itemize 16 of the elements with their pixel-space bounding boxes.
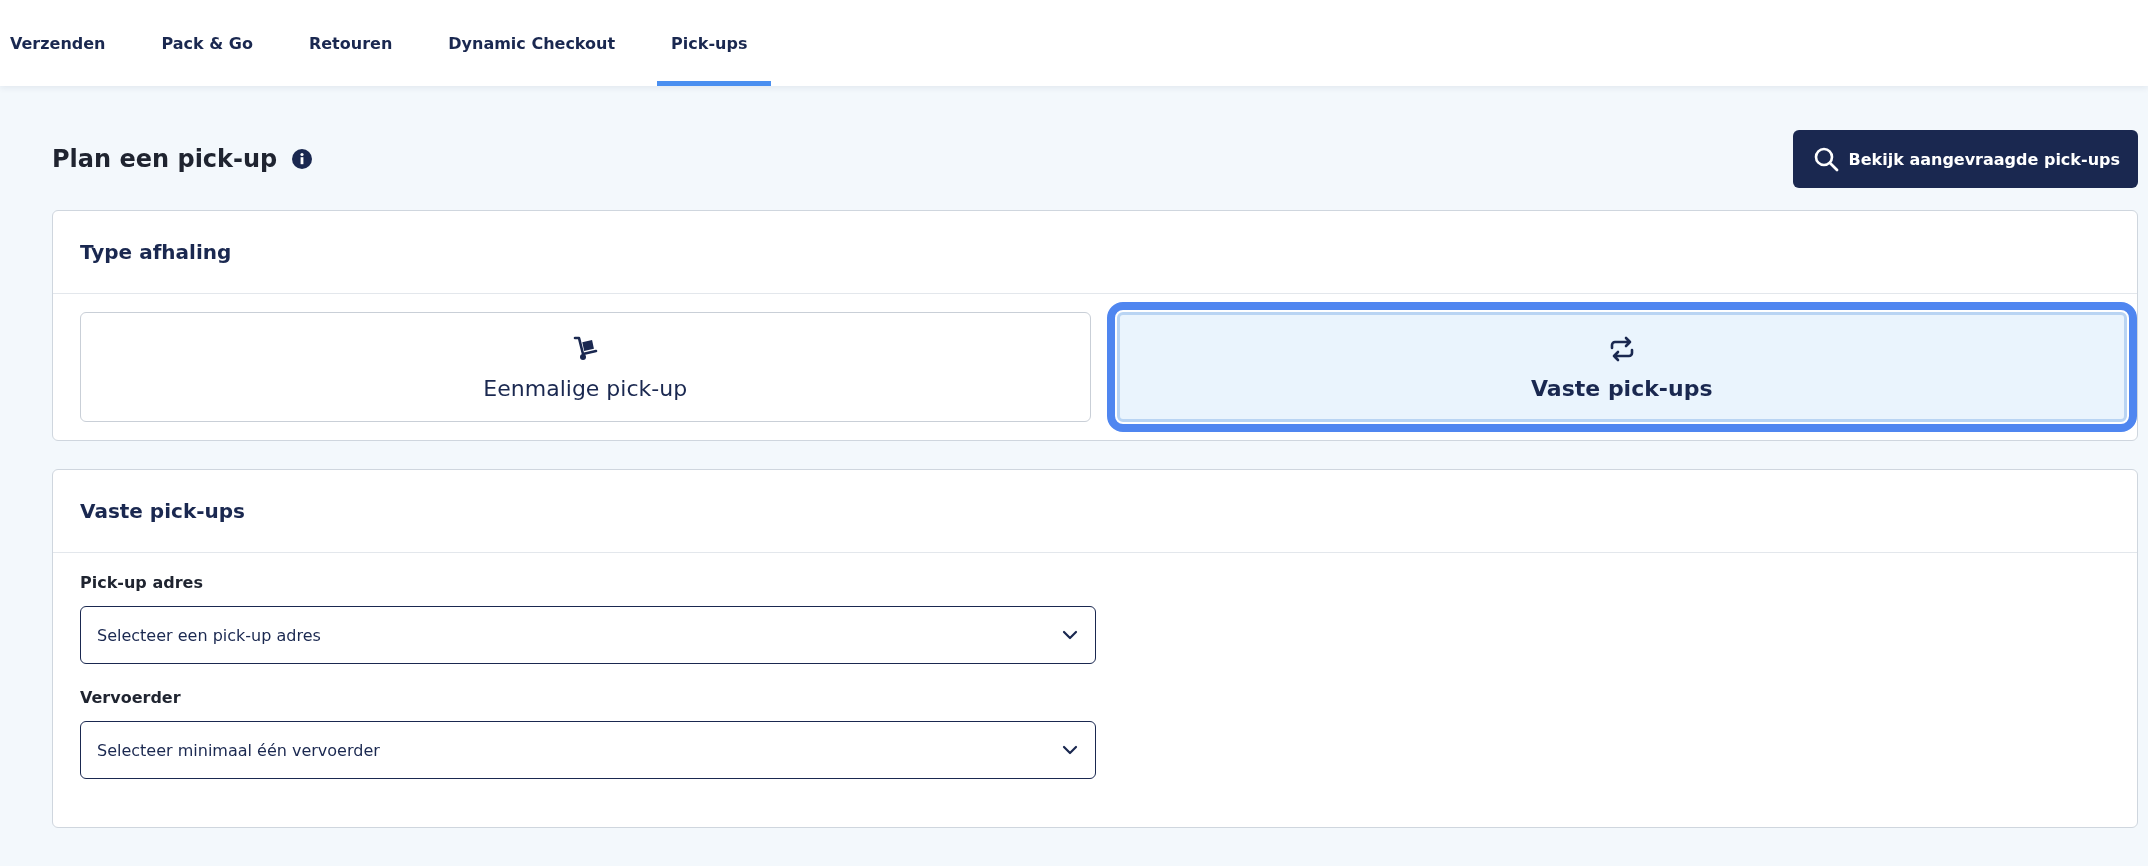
info-icon xyxy=(291,148,314,170)
section-heading: Type afhaling xyxy=(80,240,232,264)
page-title: Plan een pick-up xyxy=(52,145,278,173)
dropdown-field[interactable]: Selecteer minimaal één vervoerder xyxy=(80,721,1096,779)
nav-tab[interactable]: Pack & Go xyxy=(161,0,253,86)
nav-tab[interactable]: Pick-ups xyxy=(657,0,772,86)
view-requests-button[interactable]: Bekijk aangevraagde pick-ups xyxy=(1792,130,2138,188)
dropdown-field[interactable]: Selecteer een pick-up adres xyxy=(80,606,1096,664)
pickup-type-option[interactable]: Eenmalige pick-up xyxy=(80,312,1091,422)
search-icon xyxy=(1812,146,1839,172)
field-label: Vervoerder xyxy=(80,688,182,707)
nav-tab[interactable]: Verzenden xyxy=(10,0,106,86)
nav-tab[interactable]: Retouren xyxy=(308,0,393,86)
field-label: Pick-up adres xyxy=(80,573,204,592)
section-heading: Vaste pick-ups xyxy=(80,499,245,523)
nav-tab[interactable]: Dynamic Checkout xyxy=(448,0,616,86)
